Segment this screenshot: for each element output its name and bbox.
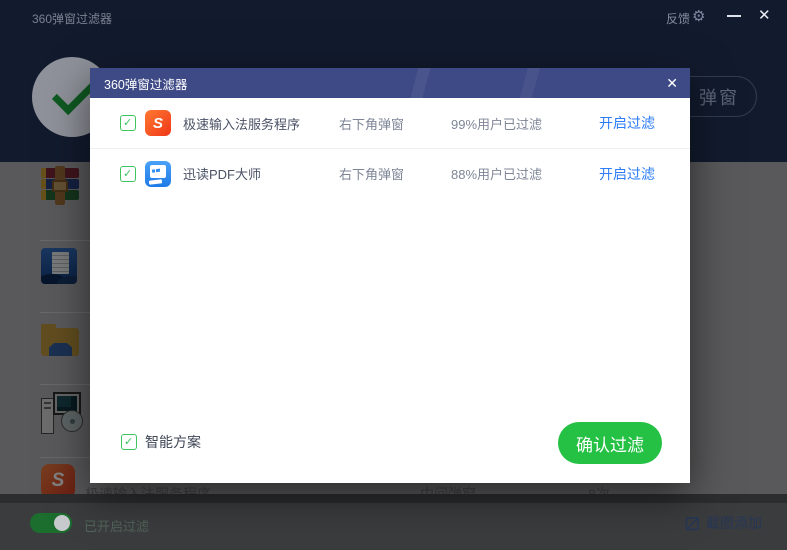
- screenshot-crop-icon: [685, 516, 700, 531]
- confirm-filter-button[interactable]: 确认过滤: [558, 422, 662, 464]
- screenshot-add-button[interactable]: 截图添加: [685, 513, 762, 533]
- row-app-name: 极速输入法服务程序: [183, 114, 339, 133]
- list-divider: [40, 240, 90, 241]
- row-app-name: 迅读PDF大师: [183, 164, 339, 183]
- smart-plan-option[interactable]: 智能方案: [121, 432, 201, 452]
- toggle-knob: [54, 515, 70, 531]
- smart-plan-label: 智能方案: [145, 432, 201, 452]
- list-divider: [40, 384, 90, 385]
- folder-icon: [41, 322, 81, 362]
- app-window: 360弹窗过滤器 反馈 ⚙ ✕ 弹窗 S 极速输入法服务程序 中间弹窗: [0, 0, 787, 550]
- status-bar: 已开启过滤 截图添加: [0, 503, 787, 550]
- list-divider: [40, 457, 90, 458]
- background-list-row: 极速输入法服务程序 中间弹窗 8次: [0, 484, 787, 494]
- enable-filter-link[interactable]: 开启过滤: [599, 164, 655, 184]
- winrar-icon: [41, 168, 81, 208]
- pdf-master-app-icon: [145, 161, 171, 187]
- row-position: 右下角弹窗: [339, 114, 451, 133]
- bg-row-position: 中间弹窗: [420, 484, 476, 494]
- table-row: S 极速输入法服务程序 右下角弹窗 99%用户已过滤 开启过滤: [90, 98, 690, 148]
- dialog-footer: 智能方案 确认过滤: [90, 417, 690, 483]
- speed-input-app-icon: S: [145, 110, 171, 136]
- smart-plan-checkbox[interactable]: [121, 434, 137, 450]
- blue-document-icon: [41, 248, 81, 288]
- row-stat: 99%用户已过滤: [451, 114, 599, 133]
- table-row: 迅读PDF大师 右下角弹窗 88%用户已过滤 开启过滤: [90, 148, 690, 198]
- filter-toggle-label: 已开启过滤: [84, 516, 149, 535]
- popup-list: S 极速输入法服务程序 右下角弹窗 99%用户已过滤 开启过滤 迅读PDF大师 …: [90, 98, 690, 198]
- row-position: 右下角弹窗: [339, 164, 451, 183]
- row-checkbox[interactable]: [120, 166, 136, 182]
- minimize-button[interactable]: [727, 15, 741, 17]
- bg-row-name: 极速输入法服务程序: [85, 484, 211, 494]
- close-button[interactable]: ✕: [758, 6, 771, 24]
- installer-icon: [41, 392, 81, 432]
- bg-row-count: 8次: [588, 484, 610, 494]
- dialog-header: 360弹窗过滤器 ✕: [90, 68, 690, 98]
- list-divider: [40, 312, 90, 313]
- filter-toggle[interactable]: [30, 513, 72, 533]
- gear-icon[interactable]: ⚙: [692, 7, 705, 25]
- enable-filter-link[interactable]: 开启过滤: [599, 113, 655, 133]
- screenshot-add-label: 截图添加: [706, 513, 762, 533]
- list-bottom-edge: [0, 494, 787, 503]
- dialog-close-icon[interactable]: ✕: [666, 74, 678, 92]
- window-title: 360弹窗过滤器: [32, 10, 112, 27]
- feedback-link[interactable]: 反馈: [666, 10, 690, 27]
- row-stat: 88%用户已过滤: [451, 164, 599, 183]
- row-checkbox[interactable]: [120, 115, 136, 131]
- popup-filter-dialog: 360弹窗过滤器 ✕ S 极速输入法服务程序 右下角弹窗 99%用户已过滤 开启…: [90, 68, 690, 483]
- dialog-title: 360弹窗过滤器: [104, 74, 187, 93]
